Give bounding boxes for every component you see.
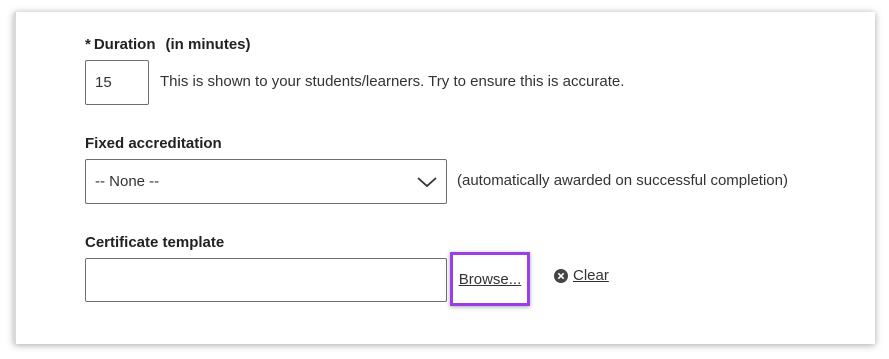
duration-label: * Duration (in minutes): [85, 36, 251, 53]
accreditation-select[interactable]: -- None --: [85, 159, 447, 204]
page: * Duration (in minutes) 15 This is shown t…: [0, 0, 889, 359]
accreditation-help-text: (automatically awarded on successful com…: [457, 172, 788, 189]
browse-highlight: Browse...: [450, 252, 530, 306]
duration-help-text: This is shown to your students/learners.…: [160, 73, 625, 90]
certificate-label: Certificate template: [85, 234, 225, 251]
accreditation-label: Fixed accreditation: [85, 135, 222, 152]
clear-button[interactable]: Clear: [554, 267, 609, 284]
close-circle-icon: [554, 268, 568, 283]
clear-label: Clear: [573, 267, 609, 284]
certificate-file-field[interactable]: [85, 258, 447, 302]
required-marker: *: [85, 36, 91, 53]
accreditation-selected-value: -- None --: [95, 173, 160, 190]
duration-label-text: Duration: [93, 36, 156, 53]
duration-input[interactable]: 15: [85, 60, 149, 105]
chevron-down-icon: [417, 176, 437, 187]
browse-button[interactable]: Browse...: [459, 271, 522, 288]
duration-unit: (in minutes): [165, 36, 251, 53]
duration-value: 15: [95, 74, 112, 91]
